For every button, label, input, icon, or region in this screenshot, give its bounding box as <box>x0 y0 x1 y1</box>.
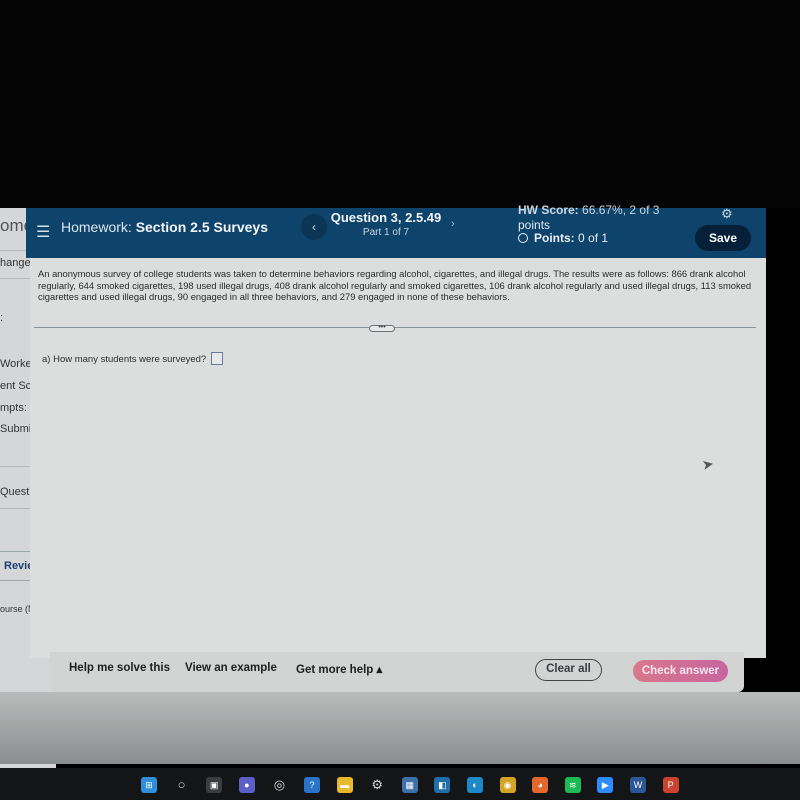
homework-prefix: Homework: <box>61 219 132 235</box>
windows-taskbar: ⊞ ○ ▣ ● ◎? ▬ ⚙ ▦ ◧ ◐ ◉ ◕ ≋ ▶ W P <box>0 768 800 800</box>
content-divider <box>34 327 756 328</box>
windows-start-icon[interactable]: ⊞ <box>141 777 157 793</box>
monitor-bezel <box>0 0 800 208</box>
copilot-icon[interactable]: ◎ <box>271 777 287 793</box>
problem-statement: An anonymous survey of college students … <box>38 268 752 302</box>
edge-icon[interactable]: ◐ <box>467 777 483 793</box>
chevron-right-icon: › <box>451 218 455 230</box>
view-example-button[interactable]: View an example <box>185 662 277 674</box>
points-label: Points: <box>534 231 575 245</box>
expand-button[interactable]: ••• <box>369 324 395 332</box>
sidebar-item-colon: : <box>0 312 4 324</box>
task-view-icon[interactable]: ▣ <box>206 777 223 793</box>
get-more-help-button[interactable]: Get more help ▴ <box>296 662 382 676</box>
hw-score: HW Score: 66.67%, 2 of 3 <box>518 203 659 217</box>
powerpoint-icon[interactable]: P <box>662 777 679 793</box>
word-icon[interactable]: W <box>630 777 646 793</box>
status-circle-icon <box>518 233 528 243</box>
page-background <box>0 692 800 764</box>
mouse-cursor-icon: ➤ <box>700 455 715 473</box>
teams-chat-icon[interactable]: ● <box>238 777 255 793</box>
question-part: Part 1 of 7 <box>362 227 410 238</box>
photos-icon[interactable]: ◧ <box>434 777 451 793</box>
previous-question-button[interactable]: ‹ <box>301 214 327 240</box>
question-footer: Help me solve this View an example Get m… <box>50 652 744 692</box>
answer-input[interactable] <box>211 352 224 365</box>
settings-icon[interactable]: ⚙ <box>369 777 385 793</box>
hw-score-value: 66.67%, 2 of 3 <box>582 203 660 217</box>
spotify-icon[interactable]: ≋ <box>564 777 581 793</box>
question-a: a) How many students were surveyed? <box>42 352 224 365</box>
chrome-icon[interactable]: ◉ <box>499 777 516 793</box>
help-icon[interactable]: ? <box>304 777 320 793</box>
app-header: ☰ Homework: Section 2.5 Surveys ‹ Questi… <box>26 203 766 258</box>
save-button[interactable]: Save <box>695 225 751 251</box>
sidebar-item-change[interactable]: hange <box>0 257 31 269</box>
hw-score-unit: points <box>518 218 551 232</box>
question-content: An anonymous survey of college students … <box>30 258 766 658</box>
clear-all-button[interactable]: Clear all <box>535 659 602 681</box>
next-question-button[interactable]: › <box>451 218 455 230</box>
question-a-label: a) How many students were surveyed? <box>42 354 207 365</box>
question-title: Question 3, 2.5.49 <box>330 210 442 225</box>
sidebar-item-attempts: mpts: <box>0 402 27 414</box>
more-dots-icon: ••• <box>378 324 386 331</box>
screen: ome hange : Worked ent Sco mpts: Submis … <box>0 0 800 800</box>
hamburger-menu-icon[interactable]: ☰ <box>36 222 50 242</box>
points-value: 0 of 1 <box>578 231 609 245</box>
help-me-solve-button[interactable]: Help me solve this <box>69 662 170 674</box>
gear-icon[interactable]: ⚙ <box>721 206 733 222</box>
chevron-left-icon: ‹ <box>312 220 316 234</box>
homework-section: Section 2.5 Surveys <box>135 219 268 235</box>
file-explorer-icon[interactable]: ▬ <box>336 777 353 793</box>
hw-score-label: HW Score: <box>518 203 579 217</box>
zoom-icon[interactable]: ▶ <box>597 777 614 793</box>
check-answer-button[interactable]: Check answer <box>633 660 728 682</box>
firefox-icon[interactable]: ◕ <box>532 777 549 793</box>
question-points: Points: 0 of 1 <box>518 231 608 245</box>
store-icon[interactable]: ▦ <box>401 777 418 793</box>
homework-title: Homework: Section 2.5 Surveys <box>61 219 268 235</box>
search-icon[interactable]: ○ <box>174 777 190 793</box>
